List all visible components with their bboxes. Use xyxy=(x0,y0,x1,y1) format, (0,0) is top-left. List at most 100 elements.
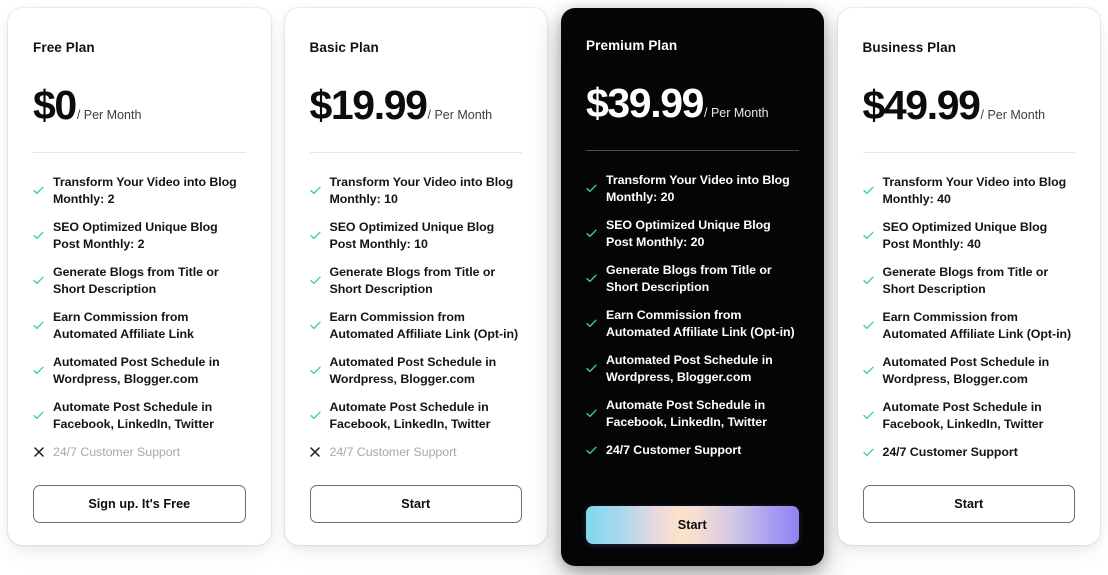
check-icon xyxy=(33,274,44,287)
feature-label: SEO Optimized Unique Blog Post Monthly: … xyxy=(606,218,771,249)
feature-item: 24/7 Customer Support xyxy=(862,444,1076,461)
feature-item: Automated Post Schedule in Wordpress, Bl… xyxy=(309,354,523,387)
feature-item: Generate Blogs from Title or Short Descr… xyxy=(309,264,523,297)
cross-icon xyxy=(33,446,44,459)
feature-label: Automate Post Schedule in Facebook, Link… xyxy=(606,398,767,429)
plan-name: Business Plan xyxy=(862,40,957,55)
cross-icon xyxy=(310,446,321,459)
plan-price: $19.99 xyxy=(309,82,428,129)
plan-price-row: $19.99/ Per Month xyxy=(310,85,523,126)
plan-price-period: / Per Month xyxy=(76,108,142,123)
feature-list: Transform Your Video into Blog Monthly: … xyxy=(862,174,1076,461)
check-icon xyxy=(586,317,597,330)
plan-name: Premium Plan xyxy=(586,38,678,53)
check-icon xyxy=(309,184,321,197)
plan-price-row: $39.99/ Per Month xyxy=(586,83,799,124)
check-icon xyxy=(309,274,321,287)
feature-item: Earn Commission from Automated Affiliate… xyxy=(586,307,799,340)
check-icon xyxy=(862,364,874,377)
plan-price-period: / Per Month xyxy=(980,108,1046,123)
feature-label: Earn Commission from Automated Affiliate… xyxy=(606,308,795,339)
feature-label: 24/7 Customer Support xyxy=(329,445,457,460)
feature-label: Automated Post Schedule in Wordpress, Bl… xyxy=(53,355,220,386)
feature-label: Automate Post Schedule in Facebook, Link… xyxy=(53,400,214,431)
feature-item: 24/7 Customer Support xyxy=(586,442,799,459)
plan-cta-button[interactable]: Start xyxy=(862,484,1075,523)
feature-item: Earn Commission from Automated Affiliate… xyxy=(33,309,246,342)
feature-label: Generate Blogs from Title or Short Descr… xyxy=(53,265,219,296)
feature-label: Automated Post Schedule in Wordpress, Bl… xyxy=(606,353,773,384)
plan-price-period: / Per Month xyxy=(427,108,493,123)
check-icon xyxy=(33,364,44,377)
plan-price-row: $49.99/ Per Month xyxy=(863,85,1076,126)
check-icon xyxy=(586,182,597,195)
feature-item: SEO Optimized Unique Blog Post Monthly: … xyxy=(33,219,246,252)
check-icon xyxy=(586,362,597,375)
plan-cta-button[interactable]: Start xyxy=(586,506,799,544)
plan-price-row: $0/ Per Month xyxy=(33,85,246,126)
feature-label: Transform Your Video into Blog Monthly: … xyxy=(606,173,790,204)
plan-card: Business Plan $49.99/ Per Month Transform … xyxy=(837,8,1100,545)
plan-price-period: / Per Month xyxy=(704,106,769,121)
plan-cta-button[interactable]: Start xyxy=(309,484,522,523)
plan-card: Basic Plan $19.99/ Per Month Transform You… xyxy=(284,8,547,545)
feature-item: Automate Post Schedule in Facebook, Link… xyxy=(586,397,799,430)
plan-name: Free Plan xyxy=(33,40,95,55)
feature-item: Automate Post Schedule in Facebook, Link… xyxy=(33,399,246,432)
feature-item: Generate Blogs from Title or Short Descr… xyxy=(586,262,799,295)
feature-item: 24/7 Customer Support xyxy=(310,444,523,461)
feature-label: 24/7 Customer Support xyxy=(53,445,181,460)
plan-cta-button[interactable]: Sign up. It's Free xyxy=(33,484,246,523)
feature-item: 24/7 Customer Support xyxy=(33,444,246,461)
feature-item: Automated Post Schedule in Wordpress, Bl… xyxy=(33,354,246,387)
feature-item: Earn Commission from Automated Affiliate… xyxy=(862,309,1076,342)
check-icon xyxy=(862,409,874,422)
feature-list: Transform Your Video into Blog Monthly: … xyxy=(309,174,523,461)
feature-item: Automate Post Schedule in Facebook, Link… xyxy=(309,399,523,432)
check-icon xyxy=(309,319,321,332)
feature-item: Transform Your Video into Blog Monthly: … xyxy=(309,174,523,207)
feature-label: Automated Post Schedule in Wordpress, Bl… xyxy=(329,355,497,386)
feature-label: SEO Optimized Unique Blog Post Monthly: … xyxy=(882,220,1048,251)
feature-list: Transform Your Video into Blog Monthly: … xyxy=(586,172,799,482)
feature-label: Generate Blogs from Title or Short Descr… xyxy=(882,265,1049,296)
feature-item: SEO Optimized Unique Blog Post Monthly: … xyxy=(862,219,1076,252)
check-icon xyxy=(33,184,44,197)
check-icon xyxy=(586,407,597,420)
feature-label: Generate Blogs from Title or Short Descr… xyxy=(329,265,496,296)
feature-label: SEO Optimized Unique Blog Post Monthly: … xyxy=(329,220,495,251)
feature-label: Generate Blogs from Title or Short Descr… xyxy=(606,263,772,294)
check-icon xyxy=(33,319,44,332)
feature-list: Transform Your Video into Blog Monthly: … xyxy=(33,174,246,461)
plan-price: $49.99 xyxy=(862,82,981,129)
feature-label: Automate Post Schedule in Facebook, Link… xyxy=(329,400,491,431)
feature-label: Transform Your Video into Blog Monthly: … xyxy=(882,175,1067,206)
feature-label: Transform Your Video into Blog Monthly: … xyxy=(53,175,237,206)
feature-label: 24/7 Customer Support xyxy=(882,445,1018,460)
feature-item: Transform Your Video into Blog Monthly: … xyxy=(862,174,1076,207)
feature-label: Automated Post Schedule in Wordpress, Bl… xyxy=(882,355,1050,386)
feature-item: Transform Your Video into Blog Monthly: … xyxy=(33,174,246,207)
check-icon xyxy=(309,229,321,242)
feature-item: Transform Your Video into Blog Monthly: … xyxy=(586,172,799,205)
check-icon xyxy=(33,409,44,422)
feature-label: Transform Your Video into Blog Monthly: … xyxy=(329,175,514,206)
feature-label: Automate Post Schedule in Facebook, Link… xyxy=(882,400,1044,431)
check-icon xyxy=(862,274,874,287)
check-icon xyxy=(586,227,597,240)
plan-card: Free Plan $0/ Per Month Transform Your Vid… xyxy=(8,8,271,545)
feature-item: SEO Optimized Unique Blog Post Monthly: … xyxy=(309,219,523,252)
check-icon xyxy=(586,444,597,457)
check-icon xyxy=(586,272,597,285)
feature-label: Earn Commission from Automated Affiliate… xyxy=(329,310,519,341)
feature-item: Automated Post Schedule in Wordpress, Bl… xyxy=(862,354,1076,387)
feature-item: Automated Post Schedule in Wordpress, Bl… xyxy=(586,352,799,385)
feature-item: Generate Blogs from Title or Short Descr… xyxy=(33,264,246,297)
divider xyxy=(33,152,246,154)
feature-item: Automate Post Schedule in Facebook, Link… xyxy=(862,399,1076,432)
check-icon xyxy=(862,184,874,197)
check-icon xyxy=(862,319,874,332)
check-icon xyxy=(309,409,321,422)
plan-card: Premium Plan $39.99/ Per Month Transform Y… xyxy=(561,8,824,566)
plan-name: Basic Plan xyxy=(309,40,379,55)
